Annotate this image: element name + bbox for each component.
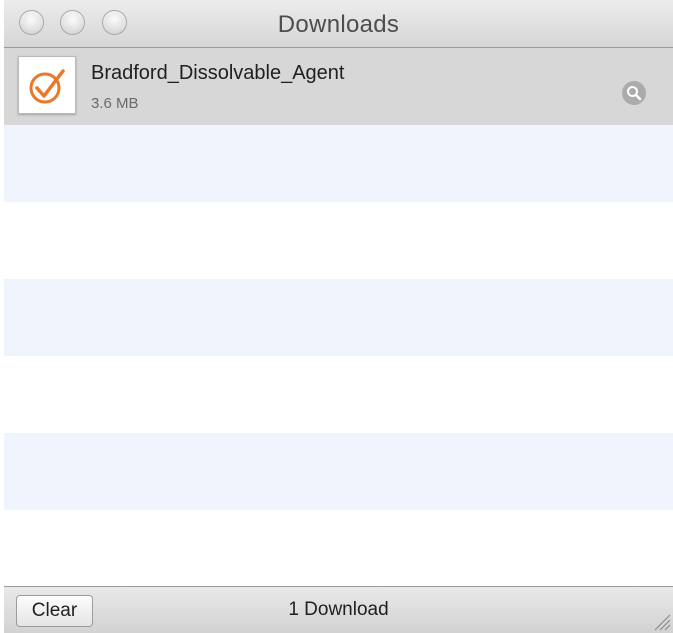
empty-list-row: [4, 202, 673, 279]
empty-list-row: [4, 510, 673, 587]
window-title: Downloads: [277, 11, 400, 38]
resize-grip-icon[interactable]: [651, 611, 671, 631]
magnifier-icon[interactable]: [622, 81, 646, 105]
clear-button[interactable]: Clear: [16, 595, 93, 627]
downloads-list: Bradford_Dissolvable_Agent 3.6 MB: [4, 48, 673, 586]
download-item[interactable]: Bradford_Dissolvable_Agent 3.6 MB: [4, 48, 673, 125]
status-bar: 1 Download Clear: [4, 586, 673, 633]
empty-list-row: [4, 279, 673, 356]
download-file-name: Bradford_Dissolvable_Agent: [91, 62, 345, 84]
title-bar[interactable]: Downloads: [4, 0, 673, 48]
downloads-window: Downloads Bradford_Dissolvable_Agent 3.6…: [4, 0, 673, 633]
empty-list-row: [4, 356, 673, 433]
download-count: 1 Download: [288, 599, 389, 620]
download-file-size: 3.6 MB: [91, 95, 139, 112]
empty-list-row: [4, 433, 673, 510]
orange-checkmark-app-icon: [18, 56, 76, 114]
empty-list-row: [4, 125, 673, 202]
